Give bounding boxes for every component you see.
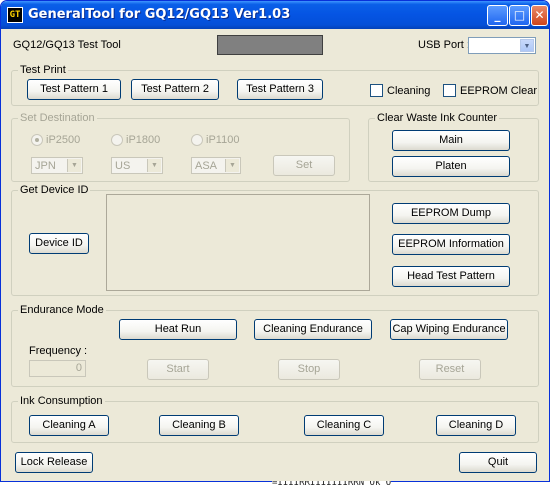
minimize-button[interactable]: _ xyxy=(487,5,508,26)
ip2500-radio-label: iP2500 xyxy=(46,134,81,146)
frequency-label: Frequency : xyxy=(29,345,88,357)
destination-region-value-2: US xyxy=(115,160,131,172)
cap-wiping-endurance-button[interactable]: Cap Wiping Endurance xyxy=(390,319,508,340)
ip2500-radio[interactable] xyxy=(31,134,43,146)
connection-status-box xyxy=(217,35,323,55)
clear-main-button[interactable]: Main xyxy=(392,130,510,151)
test-pattern-3-button[interactable]: Test Pattern 3 xyxy=(237,79,323,100)
device-id-output[interactable] xyxy=(106,194,370,291)
lock-release-button[interactable]: Lock Release xyxy=(15,452,93,473)
cleaning-c-button[interactable]: Cleaning C xyxy=(304,415,384,436)
ip1100-radio-label: iP1100 xyxy=(206,134,240,146)
set-destination-button[interactable]: Set xyxy=(273,155,335,176)
cleaning-a-button[interactable]: Cleaning A xyxy=(29,415,109,436)
cleaning-b-button[interactable]: Cleaning B xyxy=(159,415,239,436)
ink-consumption-title: Ink Consumption xyxy=(18,395,105,408)
ip1800-radio[interactable] xyxy=(111,134,123,146)
ip1100-radio[interactable] xyxy=(191,134,203,146)
heat-run-button[interactable]: Heat Run xyxy=(119,319,237,340)
device-id-button[interactable]: Device ID xyxy=(29,233,89,254)
frequency-input[interactable]: 0 xyxy=(29,360,86,377)
destination-region-select-1[interactable]: JPN ▼ xyxy=(31,157,83,174)
clear-waste-ink-title: Clear Waste Ink Counter xyxy=(375,112,500,125)
title-bar[interactable]: GT GeneralTool for GQ12/GQ13 Ver1.03 _ □… xyxy=(1,1,549,29)
cleaning-checkbox-label: Cleaning xyxy=(387,85,431,97)
test-pattern-2-button[interactable]: Test Pattern 2 xyxy=(131,79,219,100)
ip1800-radio-label: iP1800 xyxy=(126,134,161,146)
chevron-down-icon: ▼ xyxy=(520,39,534,52)
head-test-pattern-button[interactable]: Head Test Pattern xyxy=(392,266,510,287)
start-button[interactable]: Start xyxy=(147,359,209,380)
usb-port-label: USB Port : xyxy=(418,39,470,51)
chevron-down-icon: ▼ xyxy=(225,159,239,172)
usb-port-select[interactable]: ▼ xyxy=(468,37,536,54)
eeprom-clear-checkbox[interactable] xyxy=(443,84,456,97)
cleaning-checkbox[interactable] xyxy=(370,84,383,97)
destination-region-select-3[interactable]: ASA ▼ xyxy=(191,157,241,174)
maximize-button[interactable]: □ xyxy=(509,5,530,26)
chevron-down-icon: ▼ xyxy=(67,159,81,172)
eeprom-clear-checkbox-label: EEPROM Clear xyxy=(460,85,538,97)
clear-platen-button[interactable]: Platen xyxy=(392,156,510,177)
app-label: GQ12/GQ13 Test Tool xyxy=(13,39,121,51)
destination-region-select-2[interactable]: US ▼ xyxy=(111,157,163,174)
background-window-text: =IIIIRRIIIIIIIRRN Ok O xyxy=(272,481,392,486)
get-device-id-title: Get Device ID xyxy=(18,184,91,197)
set-destination-title: Set Destination xyxy=(18,112,97,125)
endurance-mode-title: Endurance Mode xyxy=(18,304,106,317)
test-print-title: Test Print xyxy=(18,64,68,77)
destination-region-value-3: ASA xyxy=(195,160,218,172)
close-button[interactable]: ✕ xyxy=(531,5,548,26)
eeprom-information-button[interactable]: EEPROM Information xyxy=(392,234,510,255)
reset-button[interactable]: Reset xyxy=(419,359,481,380)
stop-button[interactable]: Stop xyxy=(278,359,340,380)
eeprom-dump-button[interactable]: EEPROM Dump xyxy=(392,203,510,224)
quit-button[interactable]: Quit xyxy=(459,452,537,473)
cleaning-d-button[interactable]: Cleaning D xyxy=(436,415,516,436)
window-title: GeneralTool for GQ12/GQ13 Ver1.03 xyxy=(28,7,291,22)
app-icon: GT xyxy=(7,7,23,23)
main-window: GT GeneralTool for GQ12/GQ13 Ver1.03 _ □… xyxy=(0,0,550,482)
cleaning-endurance-button[interactable]: Cleaning Endurance xyxy=(254,319,372,340)
chevron-down-icon: ▼ xyxy=(147,159,161,172)
destination-region-value-1: JPN xyxy=(35,160,56,172)
test-pattern-1-button[interactable]: Test Pattern 1 xyxy=(27,79,121,100)
